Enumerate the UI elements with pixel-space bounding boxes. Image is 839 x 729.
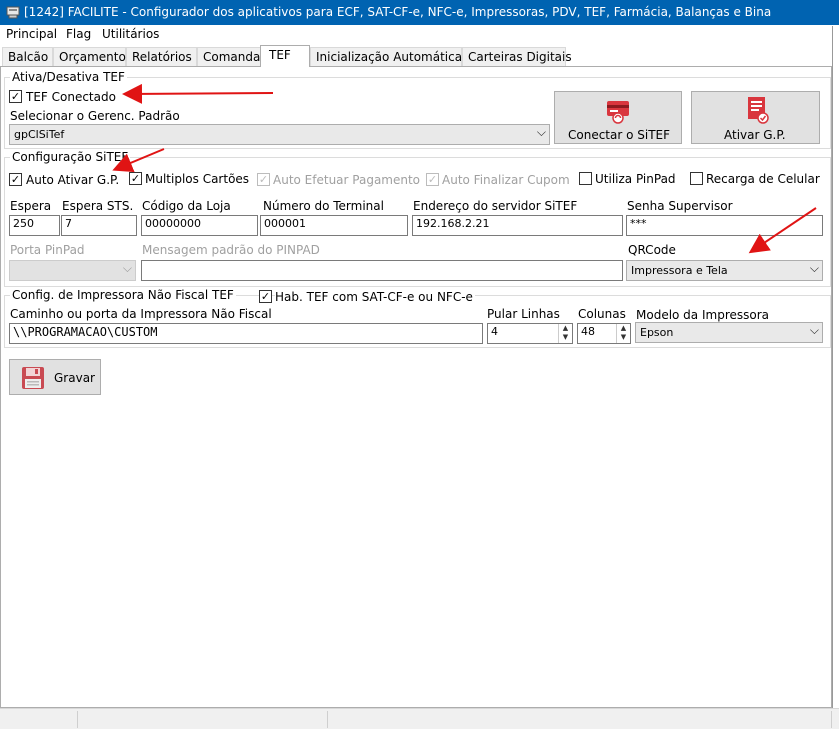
hab-tef-label: Hab. TEF com SAT-CF-e ou NFC-e: [275, 290, 475, 304]
numero-terminal-label: Número do Terminal: [263, 199, 384, 213]
colunas-spinner[interactable]: ▲ ▼: [616, 324, 630, 343]
gravar-button[interactable]: Gravar: [9, 359, 101, 395]
recarga-celular-checkbox[interactable]: [690, 172, 703, 185]
multiplos-cartoes-checkbox[interactable]: ✓: [129, 172, 142, 185]
espera-sts-label: Espera STS.: [62, 199, 134, 213]
utiliza-pinpad-label: Utiliza PinPad: [595, 172, 676, 186]
pular-linhas-input[interactable]: 4 ▲ ▼: [487, 323, 573, 344]
pular-linhas-label: Pular Linhas: [487, 307, 560, 321]
ativar-gp-button[interactable]: Ativar G.P.: [691, 91, 820, 144]
codigo-loja-input[interactable]: 00000000: [141, 215, 258, 236]
menu-utilitarios[interactable]: Utilitários: [102, 27, 159, 41]
gerenc-label: Selecionar o Gerenc. Padrão: [10, 109, 180, 123]
espera-label: Espera: [10, 199, 52, 213]
tef-conectado-label: TEF Conectado: [26, 90, 116, 104]
gravar-label: Gravar: [54, 371, 95, 385]
status-bar: [0, 708, 839, 729]
status-cell-3: [328, 711, 832, 728]
title-bar: [1242] FACILITE - Configurador dos aplic…: [0, 0, 839, 25]
app-icon: [6, 6, 20, 19]
group-impressora-title: Config. de Impressora Não Fiscal TEF: [10, 288, 236, 302]
pular-linhas-value: 4: [491, 325, 498, 338]
endereco-input[interactable]: 192.168.2.21: [412, 215, 623, 236]
auto-ativar-label: Auto Ativar G.P.: [26, 173, 120, 187]
tab-orcamento[interactable]: Orçamento: [53, 47, 126, 67]
colunas-label: Colunas: [578, 307, 626, 321]
tab-balcao[interactable]: Balcão: [2, 47, 53, 67]
tab-comanda[interactable]: Comanda: [197, 47, 261, 67]
senha-label: Senha Supervisor: [627, 199, 733, 213]
menu-bar: Principal Flag Utilitários: [0, 25, 839, 45]
ativar-gp-label: Ativar G.P.: [724, 128, 786, 142]
qrcode-select[interactable]: Impressora e Tela ⌵: [626, 260, 823, 281]
conectar-sitef-label: Conectar o SiTEF: [568, 128, 671, 142]
card-connect-icon: [607, 101, 629, 124]
recarga-celular-label: Recarga de Celular: [706, 172, 820, 186]
multiplos-cartoes-label: Multiplos Cartões: [145, 172, 250, 186]
senha-input[interactable]: ***: [626, 215, 823, 236]
tab-tef[interactable]: TEF: [260, 45, 310, 67]
tab-carteiras[interactable]: Carteiras Digitais: [462, 47, 572, 67]
status-cell-2: [78, 711, 328, 728]
group-config-title: Configuração SiTEF: [10, 150, 131, 164]
tab-relatorios[interactable]: Relatórios: [126, 47, 197, 67]
numero-terminal-input[interactable]: 000001: [260, 215, 408, 236]
pular-linhas-spinner[interactable]: ▲ ▼: [558, 324, 572, 343]
espera-sts-input[interactable]: 7: [61, 215, 137, 236]
window-right-edge: [832, 26, 839, 708]
auto-ativar-checkbox[interactable]: ✓: [9, 173, 22, 186]
menu-principal[interactable]: Principal: [6, 27, 57, 41]
tab-inicializacao[interactable]: Inicialização Automática: [310, 47, 462, 67]
caminho-label: Caminho ou porta da Impressora Não Fisca…: [10, 307, 272, 321]
colunas-input[interactable]: 48 ▲ ▼: [577, 323, 631, 344]
qrcode-value: Impressora e Tela: [631, 264, 728, 277]
conectar-sitef-button[interactable]: Conectar o SiTEF: [554, 91, 682, 144]
mensagem-pinpad-input[interactable]: [141, 260, 623, 281]
endereco-label: Endereço do servidor SiTEF: [413, 199, 578, 213]
gerenc-select[interactable]: gpClSiTef ⌵: [9, 124, 550, 145]
codigo-loja-label: Código da Loja: [142, 199, 231, 213]
chevron-down-icon: ⌵: [809, 261, 819, 275]
receipt-check-icon: [748, 97, 769, 124]
porta-pinpad-label: Porta PinPad: [10, 243, 85, 257]
spin-down-icon[interactable]: ▼: [617, 333, 630, 342]
auto-efetuar-label: Auto Efetuar Pagamento: [273, 173, 421, 187]
tab-strip: Balcão Orçamento Relatórios Comanda TEF …: [0, 45, 839, 67]
chevron-down-icon: ⌵: [809, 323, 819, 337]
gerenc-value: gpClSiTef: [14, 128, 65, 141]
modelo-value: Epson: [640, 326, 674, 339]
spin-down-icon[interactable]: ▼: [559, 333, 572, 342]
mensagem-pinpad-label: Mensagem padrão do PINPAD: [142, 243, 320, 257]
auto-efetuar-checkbox[interactable]: ✓: [257, 173, 270, 186]
colunas-value: 48: [581, 325, 595, 338]
window-title: [1242] FACILITE - Configurador dos aplic…: [24, 5, 772, 19]
caminho-input[interactable]: \\PROGRAMACAO\CUSTOM: [9, 323, 483, 344]
auto-finalizar-checkbox[interactable]: ✓: [426, 173, 439, 186]
chevron-down-icon: ⌵: [536, 125, 546, 139]
spin-up-icon[interactable]: ▲: [559, 324, 572, 333]
porta-pinpad-select[interactable]: ⌵: [9, 260, 136, 281]
menu-flag[interactable]: Flag: [66, 27, 91, 41]
auto-finalizar-label: Auto Finalizar Cupom: [442, 173, 570, 187]
espera-input[interactable]: 250: [9, 215, 60, 236]
group-ativa-title: Ativa/Desativa TEF: [10, 70, 127, 84]
tef-conectado-checkbox[interactable]: ✓: [9, 90, 22, 103]
status-cell-1: [0, 711, 78, 728]
qrcode-label: QRCode: [628, 243, 676, 257]
utiliza-pinpad-checkbox[interactable]: [579, 172, 592, 185]
spin-up-icon[interactable]: ▲: [617, 324, 630, 333]
modelo-select[interactable]: Epson ⌵: [635, 322, 823, 343]
hab-tef-checkbox[interactable]: ✓: [259, 290, 272, 303]
modelo-label: Modelo da Impressora: [636, 308, 770, 322]
floppy-disk-icon: [22, 367, 44, 389]
chevron-down-icon: ⌵: [122, 261, 132, 275]
